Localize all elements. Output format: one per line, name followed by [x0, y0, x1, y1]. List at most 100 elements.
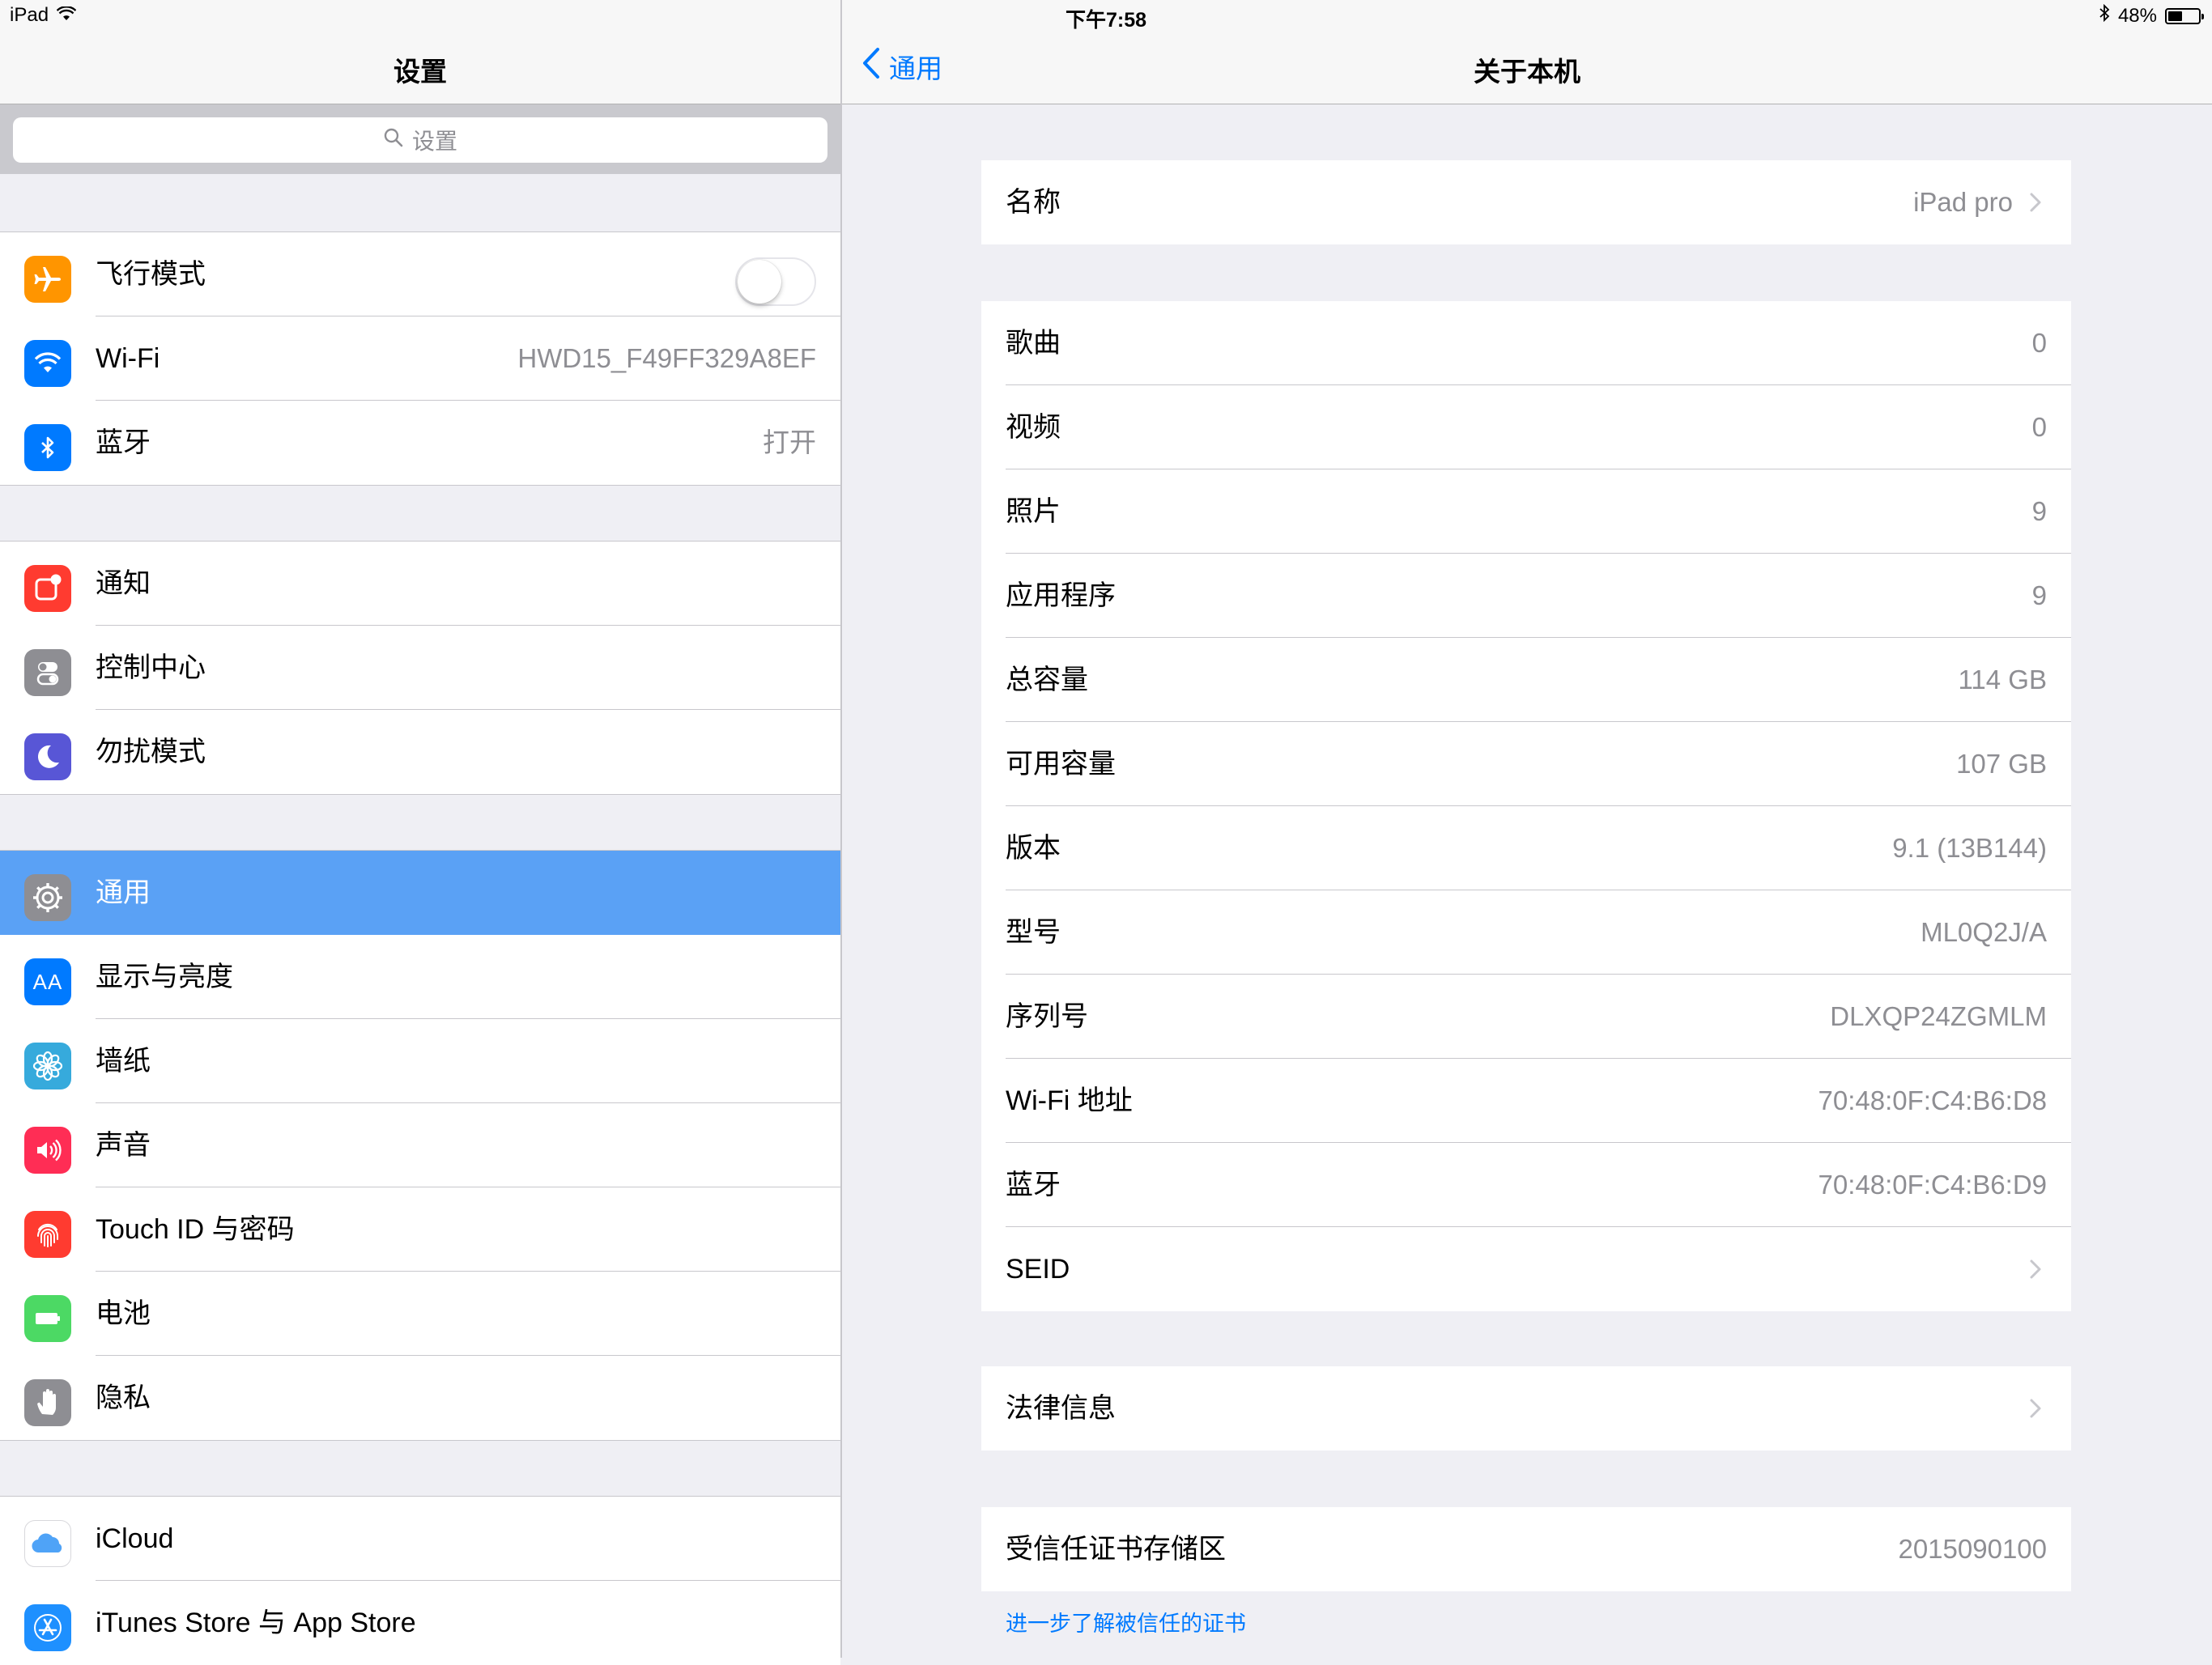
sidebar-item-label: iCloud [96, 1523, 174, 1554]
sidebar-item-touch-id[interactable]: Touch ID 与密码 [0, 1187, 840, 1272]
row-label: 名称 [1006, 187, 1061, 218]
sidebar-item-label: 勿扰模式 [96, 737, 206, 767]
sidebar-item-privacy[interactable]: 隐私 [0, 1356, 840, 1440]
about-row-bluetooth: 蓝牙 70:48:0F:C4:B6:D9 [981, 1143, 2071, 1227]
row-value: 9 [2031, 496, 2047, 526]
toggle-knob [738, 260, 781, 304]
sidebar-item-label: 飞行模式 [96, 259, 206, 290]
display-icon: AA [24, 958, 71, 1005]
about-row-wifi-address: Wi-Fi 地址 70:48:0F:C4:B6:D8 [981, 1059, 2071, 1143]
display-icon-text: AA [32, 969, 63, 994]
row-label: Wi-Fi 地址 [1006, 1085, 1133, 1116]
status-bar: iPad 下午7:58 48% [0, 0, 2212, 32]
wifi-network-name: HWD15_F49FF329A8EF [517, 343, 816, 373]
row-label: 歌曲 [1006, 328, 1061, 359]
row-value: 2015090100 [1898, 1534, 2047, 1564]
row-label: 版本 [1006, 833, 1061, 864]
about-row-trust-store: 受信任证书存储区 2015090100 [981, 1507, 2071, 1591]
sidebar-item-label: 控制中心 [96, 652, 206, 683]
about-row-serial: 序列号 DLXQP24ZGMLM [981, 975, 2071, 1059]
search-icon [383, 127, 404, 154]
row-value: 0 [2031, 328, 2047, 358]
chevron-right-icon [2030, 1259, 2041, 1279]
sidebar-item-label: 电池 [96, 1298, 151, 1329]
row-label: 序列号 [1006, 1001, 1088, 1032]
sidebar-item-wifi[interactable]: Wi-Fi HWD15_F49FF329A8EF [0, 316, 840, 401]
sidebar-item-control-center[interactable]: 控制中心 [0, 626, 840, 710]
wifi-icon [24, 340, 71, 387]
status-bar-right: 48% [2099, 3, 2204, 28]
row-label: SEID [1006, 1254, 1070, 1285]
settings-sidebar: 设置 设置 飞行模式 Wi-Fi HWD15_F49FF329A8EF 蓝牙 打… [0, 0, 842, 1665]
row-label: 型号 [1006, 917, 1061, 948]
about-row-legal[interactable]: 法律信息 [981, 1366, 2071, 1451]
about-row-capacity: 总容量 114 GB [981, 638, 2071, 722]
sidebar-item-label: 隐私 [96, 1383, 151, 1413]
settings-group-general: 通用 AA 显示与亮度 墙纸 声音 Touch ID 与密码 电池 隐私 [0, 850, 840, 1441]
about-row-photos: 照片 9 [981, 469, 2071, 554]
about-group-details: 歌曲 0 视频 0 照片 9 应用程序 9 总容量 114 GB 可用容量 10… [981, 301, 2071, 1311]
row-value: 9 [2031, 580, 2047, 610]
about-row-songs: 歌曲 0 [981, 301, 2071, 385]
about-row-available: 可用容量 107 GB [981, 722, 2071, 806]
sidebar-item-app-store[interactable]: iTunes Store 与 App Store [0, 1581, 840, 1665]
about-row-model: 型号 ML0Q2J/A [981, 890, 2071, 975]
battery-icon [2165, 7, 2204, 24]
sidebar-item-battery[interactable]: 电池 [0, 1272, 840, 1356]
sidebar-item-label: iTunes Store 与 App Store [96, 1608, 416, 1638]
gear-icon [24, 874, 71, 921]
row-value: 114 GB [1958, 665, 2047, 694]
row-label: 可用容量 [1006, 749, 1116, 779]
airplane-icon [24, 256, 71, 303]
row-label: 应用程序 [1006, 580, 1116, 611]
sidebar-title: 设置 [393, 57, 447, 87]
sidebar-item-display-brightness[interactable]: AA 显示与亮度 [0, 935, 840, 1019]
about-group-name: 名称 iPad pro [981, 160, 2071, 244]
sidebar-item-label: Touch ID 与密码 [96, 1214, 295, 1245]
about-group-legal: 法律信息 [981, 1366, 2071, 1451]
row-label: 受信任证书存储区 [1006, 1534, 1226, 1565]
search-bar: 设置 [0, 104, 840, 174]
hand-icon [24, 1379, 71, 1426]
about-row-name[interactable]: 名称 iPad pro [981, 160, 2071, 244]
about-group-trust-store: 受信任证书存储区 2015090100 [981, 1507, 2071, 1591]
page-title: 关于本机 [1474, 57, 1580, 87]
sidebar-item-label: 声音 [96, 1130, 151, 1161]
row-value: 70:48:0F:C4:B6:D9 [1818, 1170, 2048, 1200]
icloud-icon [24, 1520, 71, 1567]
sidebar-item-notifications[interactable]: 通知 [0, 542, 840, 626]
bluetooth-icon [2099, 3, 2110, 28]
fingerprint-icon [24, 1211, 71, 1258]
settings-group-connectivity: 飞行模式 Wi-Fi HWD15_F49FF329A8EF 蓝牙 打开 [0, 231, 840, 486]
about-row-applications: 应用程序 9 [981, 554, 2071, 638]
row-label: 总容量 [1006, 665, 1088, 695]
sidebar-item-wallpaper[interactable]: 墙纸 [0, 1019, 840, 1103]
about-row-version: 版本 9.1 (13B144) [981, 806, 2071, 890]
sidebar-item-airplane-mode[interactable]: 飞行模式 [0, 232, 840, 316]
sidebar-item-sounds[interactable]: 声音 [0, 1103, 840, 1187]
sidebar-item-label: 显示与亮度 [96, 962, 233, 992]
battery-icon [24, 1295, 71, 1342]
about-row-seid[interactable]: SEID [981, 1227, 2071, 1311]
row-value: ML0Q2J/A [1921, 917, 2047, 947]
about-detail-pane: 通用 关于本机 名称 iPad pro 歌曲 0 视频 0 照片 9 应用程序 [842, 0, 2212, 1658]
sidebar-item-do-not-disturb[interactable]: 勿扰模式 [0, 710, 840, 794]
row-value: DLXQP24ZGMLM [1830, 1001, 2047, 1031]
row-label: 照片 [1006, 496, 1061, 527]
search-placeholder: 设置 [411, 129, 457, 154]
sidebar-item-label: 通用 [96, 877, 151, 908]
row-label: 蓝牙 [1006, 1170, 1061, 1200]
airplane-mode-toggle[interactable] [735, 257, 816, 306]
row-label: 视频 [1006, 412, 1061, 443]
search-input[interactable]: 设置 [13, 117, 827, 163]
app-store-icon [24, 1604, 71, 1651]
sidebar-item-general[interactable]: 通用 [0, 851, 840, 935]
row-value: iPad pro [1913, 187, 2013, 217]
sidebar-item-label: 墙纸 [96, 1046, 151, 1077]
sidebar-item-icloud[interactable]: iCloud [0, 1497, 840, 1581]
sidebar-item-bluetooth[interactable]: 蓝牙 打开 [0, 401, 840, 485]
settings-group-notifications: 通知 控制中心 勿扰模式 [0, 541, 840, 795]
battery-percent: 48% [2117, 4, 2157, 27]
trust-certificates-link[interactable]: 进一步了解被信任的证书 [1006, 1606, 1246, 1637]
wallpaper-icon [24, 1043, 71, 1089]
